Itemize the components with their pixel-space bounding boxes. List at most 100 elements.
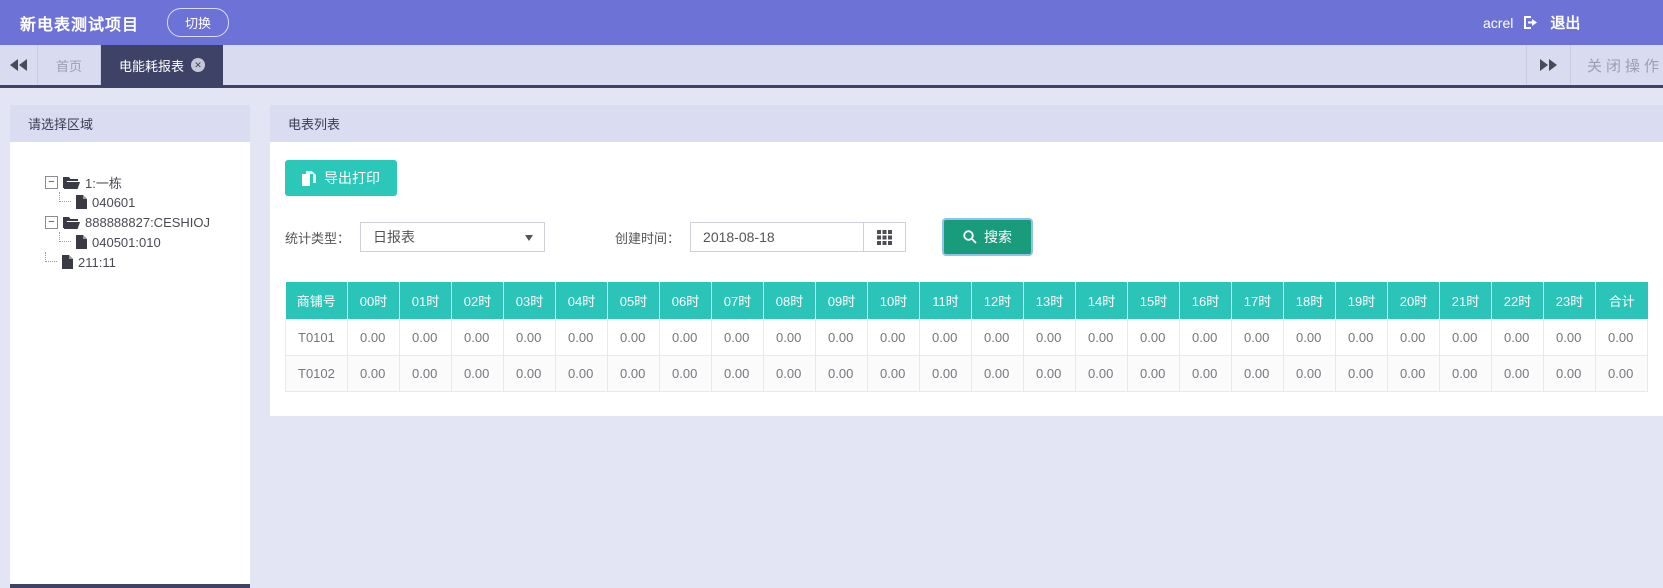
table-header-cell: 10时 bbox=[868, 282, 920, 320]
value-cell: 0.00 bbox=[1596, 356, 1648, 392]
value-cell: 0.00 bbox=[1024, 320, 1076, 356]
scroll-tabs-left-button[interactable] bbox=[0, 45, 38, 85]
close-operations-menu[interactable]: 关闭操作 bbox=[1570, 45, 1663, 85]
value-cell: 0.00 bbox=[868, 320, 920, 356]
tree-node: − 1:一栋 040601 bbox=[45, 172, 250, 212]
panel-body: 导出打印 统计类型： 日报表 创建时间： 搜索 商铺号00时01时02时03时 bbox=[270, 142, 1663, 416]
table-row: T01020.000.000.000.000.000.000.000.000.0… bbox=[286, 356, 1648, 392]
table-header-cell: 20时 bbox=[1388, 282, 1440, 320]
value-cell: 0.00 bbox=[1232, 320, 1284, 356]
value-cell: 0.00 bbox=[452, 356, 504, 392]
value-cell: 0.00 bbox=[556, 320, 608, 356]
collapse-icon[interactable]: − bbox=[45, 176, 58, 189]
logout-button[interactable]: 退出 bbox=[1550, 12, 1580, 33]
value-cell: 0.00 bbox=[1388, 320, 1440, 356]
value-cell: 0.00 bbox=[712, 320, 764, 356]
search-label: 搜索 bbox=[984, 227, 1012, 247]
table-header-cell: 07时 bbox=[712, 282, 764, 320]
file-icon bbox=[62, 255, 73, 269]
table-header-cell: 03时 bbox=[504, 282, 556, 320]
tree-node-folder[interactable]: − 888888827:CESHIOJ bbox=[45, 212, 250, 232]
calendar-button[interactable] bbox=[863, 222, 906, 252]
meter-table-head: 商铺号00时01时02时03时04时05时06时07时08时09时10时11时1… bbox=[286, 282, 1648, 320]
value-cell: 0.00 bbox=[764, 356, 816, 392]
value-cell: 0.00 bbox=[1440, 320, 1492, 356]
create-date-label: 创建时间： bbox=[615, 228, 680, 247]
value-cell: 0.00 bbox=[868, 356, 920, 392]
value-cell: 0.00 bbox=[1232, 356, 1284, 392]
table-header-cell: 02时 bbox=[452, 282, 504, 320]
value-cell: 0.00 bbox=[660, 320, 712, 356]
tab-home[interactable]: 首页 bbox=[38, 45, 101, 85]
calendar-grid-icon bbox=[877, 230, 892, 245]
tabbar-spacer bbox=[223, 45, 1526, 85]
tree-node-file[interactable]: 211:11 bbox=[45, 252, 250, 272]
tree-node-label: 888888827:CESHIOJ bbox=[85, 215, 210, 230]
table-header-cell: 17时 bbox=[1232, 282, 1284, 320]
tab-energy-report[interactable]: 电能耗报表 ✕ bbox=[101, 45, 223, 85]
tree-node-label: 1:一栋 bbox=[85, 173, 122, 192]
value-cell: 0.00 bbox=[1128, 320, 1180, 356]
table-header-cell: 商铺号 bbox=[286, 282, 348, 320]
scroll-tabs-right-button[interactable] bbox=[1526, 45, 1570, 85]
switch-project-button[interactable]: 切换 bbox=[167, 8, 229, 37]
value-cell: 0.00 bbox=[556, 356, 608, 392]
value-cell: 0.00 bbox=[348, 320, 400, 356]
create-date-input[interactable] bbox=[690, 222, 863, 252]
sidebar-header: 请选择区域 bbox=[10, 105, 250, 142]
table-header-cell: 04时 bbox=[556, 282, 608, 320]
value-cell: 0.00 bbox=[1388, 356, 1440, 392]
value-cell: 0.00 bbox=[348, 356, 400, 392]
tree-node-label: 040601 bbox=[92, 195, 135, 210]
value-cell: 0.00 bbox=[920, 356, 972, 392]
tree-node: − 888888827:CESHIOJ 040501:010 bbox=[45, 212, 250, 252]
tree-node-file[interactable]: 040501:010 bbox=[59, 232, 250, 252]
tree-node-label: 040501:010 bbox=[92, 235, 161, 250]
tree-connector bbox=[45, 252, 57, 262]
tree-children: 040601 bbox=[59, 192, 250, 212]
tree-node-file[interactable]: 040601 bbox=[59, 192, 250, 212]
value-cell: 0.00 bbox=[764, 320, 816, 356]
search-button[interactable]: 搜索 bbox=[942, 218, 1033, 256]
collapse-icon[interactable]: − bbox=[45, 216, 58, 229]
meter-table: 商铺号00时01时02时03时04时05时06时07时08时09时10时11时1… bbox=[285, 282, 1648, 392]
value-cell: 0.00 bbox=[504, 320, 556, 356]
value-cell: 0.00 bbox=[1024, 356, 1076, 392]
export-print-button[interactable]: 导出打印 bbox=[285, 160, 397, 196]
search-icon bbox=[963, 230, 977, 244]
report-type-value: 日报表 bbox=[373, 227, 415, 247]
file-icon bbox=[76, 235, 87, 249]
meter-table-body: T01010.000.000.000.000.000.000.000.000.0… bbox=[286, 320, 1648, 392]
table-header-cell: 21时 bbox=[1440, 282, 1492, 320]
table-header-cell: 15时 bbox=[1128, 282, 1180, 320]
value-cell: 0.00 bbox=[400, 356, 452, 392]
shop-id-cell: T0101 bbox=[286, 320, 348, 356]
value-cell: 0.00 bbox=[1544, 356, 1596, 392]
table-header-cell: 16时 bbox=[1180, 282, 1232, 320]
tree-children: 040501:010 bbox=[59, 232, 250, 252]
sidebar-bottom-strip bbox=[10, 584, 250, 588]
table-header-cell: 06时 bbox=[660, 282, 712, 320]
tree-node-label: 211:11 bbox=[78, 255, 116, 270]
value-cell: 0.00 bbox=[608, 356, 660, 392]
tab-energy-report-label: 电能耗报表 bbox=[119, 56, 184, 75]
table-header-cell: 11时 bbox=[920, 282, 972, 320]
area-sidebar: 请选择区域 − 1:一栋 040601 bbox=[10, 105, 250, 584]
value-cell: 0.00 bbox=[400, 320, 452, 356]
value-cell: 0.00 bbox=[816, 356, 868, 392]
value-cell: 0.00 bbox=[1596, 320, 1648, 356]
value-cell: 0.00 bbox=[1544, 320, 1596, 356]
value-cell: 0.00 bbox=[1128, 356, 1180, 392]
table-header-cell: 13时 bbox=[1024, 282, 1076, 320]
area-tree: − 1:一栋 040601 − bbox=[10, 142, 250, 272]
app-title: 新电表测试项目 bbox=[20, 11, 139, 35]
shop-id-cell: T0102 bbox=[286, 356, 348, 392]
value-cell: 0.00 bbox=[1180, 356, 1232, 392]
report-type-select[interactable]: 日报表 bbox=[360, 222, 545, 252]
close-tab-icon[interactable]: ✕ bbox=[191, 58, 205, 72]
table-header-cell: 08时 bbox=[764, 282, 816, 320]
meter-list-panel: 电表列表 导出打印 统计类型： 日报表 创建时间： bbox=[270, 105, 1663, 416]
username: acrel bbox=[1483, 15, 1513, 31]
logout-icon[interactable] bbox=[1523, 15, 1540, 30]
tree-node-folder[interactable]: − 1:一栋 bbox=[45, 172, 250, 192]
